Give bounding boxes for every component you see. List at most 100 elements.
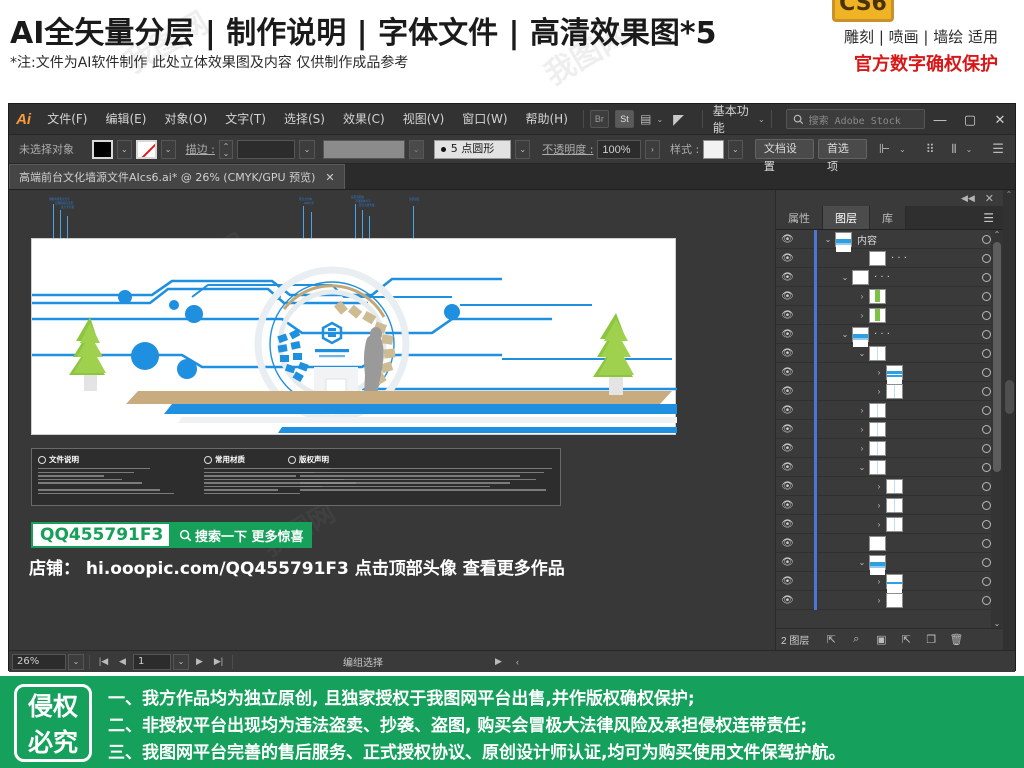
target-circle-icon[interactable]: [981, 500, 991, 510]
target-circle-icon[interactable]: [981, 538, 991, 548]
menu-object[interactable]: 对象(O): [155, 104, 216, 135]
layer-twirl-icon[interactable]: ⌄: [855, 463, 869, 472]
stroke-weight-chevron-icon[interactable]: ⌄: [299, 139, 315, 159]
layer-row[interactable]: 👁 ›: [776, 419, 1003, 439]
tab-libraries[interactable]: 库: [870, 206, 906, 229]
layer-row[interactable]: 👁 ›: [776, 571, 1003, 595]
document-setup-button[interactable]: 文档设置: [754, 139, 814, 173]
target-circle-icon[interactable]: [981, 443, 991, 453]
layer-twirl-icon[interactable]: ›: [872, 577, 886, 586]
stock-button[interactable]: St: [614, 110, 635, 128]
target-circle-icon[interactable]: [981, 253, 991, 263]
target-circle-icon[interactable]: [981, 557, 991, 567]
brush-definition-field[interactable]: 5 点圆形: [433, 139, 512, 159]
close-button[interactable]: ✕: [985, 104, 1015, 135]
layer-twirl-icon[interactable]: ›: [872, 482, 886, 491]
width-profile-chevron-icon[interactable]: ⌄: [408, 139, 424, 159]
target-circle-icon[interactable]: [981, 348, 991, 358]
minimize-button[interactable]: —: [925, 104, 955, 135]
zoom-chevron-icon[interactable]: ⌄: [68, 653, 84, 670]
locate-object-icon[interactable]: ⇱: [819, 633, 843, 646]
close-icon[interactable]: ✕: [985, 192, 994, 205]
target-circle-icon[interactable]: [981, 291, 991, 301]
layer-visibility-icon[interactable]: 👁: [776, 253, 799, 264]
layer-visibility-icon[interactable]: 👁: [776, 424, 799, 435]
layer-visibility-icon[interactable]: 👁: [776, 329, 799, 340]
menu-view[interactable]: 视图(V): [394, 104, 454, 135]
status-menu-icon[interactable]: ▶: [490, 656, 507, 667]
layer-visibility-icon[interactable]: 👁: [776, 576, 799, 587]
layers-scrollbar[interactable]: ⌃ ⌄: [991, 230, 1003, 628]
target-circle-icon[interactable]: [981, 462, 991, 472]
layer-row[interactable]: 👁 ›: [776, 514, 1003, 534]
target-circle-icon[interactable]: [981, 595, 991, 605]
stroke-color-swatch[interactable]: [135, 139, 157, 159]
layer-twirl-icon[interactable]: ›: [855, 311, 869, 320]
layer-visibility-icon[interactable]: 👁: [776, 405, 799, 416]
layer-twirl-icon[interactable]: ›: [855, 292, 869, 301]
maximize-button[interactable]: ▢: [955, 104, 985, 135]
panel-options-icon[interactable]: ☰: [992, 141, 1004, 157]
layer-twirl-icon[interactable]: ⌄: [821, 235, 835, 244]
target-circle-icon[interactable]: [981, 481, 991, 491]
layer-twirl-icon[interactable]: ›: [872, 520, 886, 529]
previous-artboard-icon[interactable]: ◀: [114, 656, 131, 667]
scroll-down-icon[interactable]: ⌄: [992, 619, 1002, 628]
layer-twirl-icon[interactable]: ⌄: [855, 558, 869, 567]
arrange-documents-icon[interactable]: ▤: [640, 112, 651, 126]
menu-effect[interactable]: 效果(C): [334, 104, 394, 135]
layer-row[interactable]: 👁 ›: [776, 495, 1003, 515]
opacity-chevron-icon[interactable]: ›: [644, 139, 661, 159]
layer-row[interactable]: 👁 ›: [776, 305, 1003, 325]
workspace-switcher[interactable]: 基本功能: [713, 102, 754, 136]
target-circle-icon[interactable]: [981, 367, 991, 377]
align-to-selection-icon[interactable]: ⊩: [879, 141, 890, 157]
close-icon[interactable]: ✕: [325, 171, 334, 184]
document-tab[interactable]: 高端前台文化墙源文件AIcs6.ai* @ 26% (CMYK/GPU 预览) …: [9, 164, 345, 189]
status-resize-icon[interactable]: ‹: [509, 657, 526, 667]
layer-visibility-icon[interactable]: 👁: [776, 519, 799, 530]
stroke-dropdown-chevron-icon[interactable]: ⌄: [160, 139, 176, 159]
fill-dropdown-chevron-icon[interactable]: ⌄: [116, 139, 132, 159]
layer-twirl-icon[interactable]: ›: [855, 444, 869, 453]
layer-twirl-icon[interactable]: ›: [872, 501, 886, 510]
scroll-up-icon[interactable]: ⌃: [1003, 190, 1015, 200]
layer-row[interactable]: 👁 ⌄ · · ·: [776, 324, 1003, 347]
layer-row[interactable]: 👁 · · ·: [776, 248, 1003, 268]
layer-row[interactable]: 👁: [776, 533, 1003, 553]
scrollbar-thumb[interactable]: [993, 242, 1001, 472]
menu-window[interactable]: 窗口(W): [453, 104, 516, 135]
layer-twirl-icon[interactable]: ›: [855, 425, 869, 434]
layer-row[interactable]: 👁 ›: [776, 381, 1003, 401]
create-new-sublayer-icon[interactable]: ⇱: [894, 633, 918, 646]
chevron-down-icon[interactable]: ⌄: [656, 115, 663, 124]
panel-menu-icon[interactable]: ☰: [974, 206, 1003, 229]
align-panel-icon[interactable]: ⫴: [952, 142, 957, 157]
artboard-number-field[interactable]: 1: [133, 653, 171, 670]
chevron-down-icon[interactable]: ⌄: [899, 145, 906, 154]
target-circle-icon[interactable]: [981, 519, 991, 529]
create-new-layer-icon[interactable]: ❐: [919, 633, 943, 646]
layer-twirl-icon[interactable]: ⌄: [838, 330, 852, 339]
menu-edit[interactable]: 编辑(E): [96, 104, 155, 135]
layer-row[interactable]: 👁 ⌄: [776, 552, 1003, 575]
dock-outer-scrollbar[interactable]: ⌃: [1003, 190, 1015, 650]
layer-twirl-icon[interactable]: ⌄: [838, 273, 852, 282]
target-circle-icon[interactable]: [981, 310, 991, 320]
qq-code-box[interactable]: QQ455791F3: [31, 522, 171, 548]
layer-twirl-icon[interactable]: ›: [872, 368, 886, 377]
layer-visibility-icon[interactable]: 👁: [776, 595, 799, 606]
layer-visibility-icon[interactable]: 👁: [776, 500, 799, 511]
collapse-panel-icon[interactable]: ◀◀: [961, 193, 975, 204]
layer-row[interactable]: 👁 ›: [776, 476, 1003, 496]
stroke-weight-field[interactable]: [236, 139, 296, 159]
layer-twirl-icon[interactable]: ›: [872, 596, 886, 605]
stroke-weight-label[interactable]: 描边 :: [186, 141, 215, 157]
brush-chevron-icon[interactable]: ⌄: [515, 139, 531, 159]
chevron-down-icon[interactable]: ⌄: [966, 145, 973, 154]
target-circle-icon[interactable]: [981, 424, 991, 434]
layer-visibility-icon[interactable]: 👁: [776, 443, 799, 454]
layer-row[interactable]: 👁 ›: [776, 438, 1003, 458]
layer-visibility-icon[interactable]: 👁: [776, 538, 799, 549]
layer-twirl-icon[interactable]: ⌄: [855, 349, 869, 358]
